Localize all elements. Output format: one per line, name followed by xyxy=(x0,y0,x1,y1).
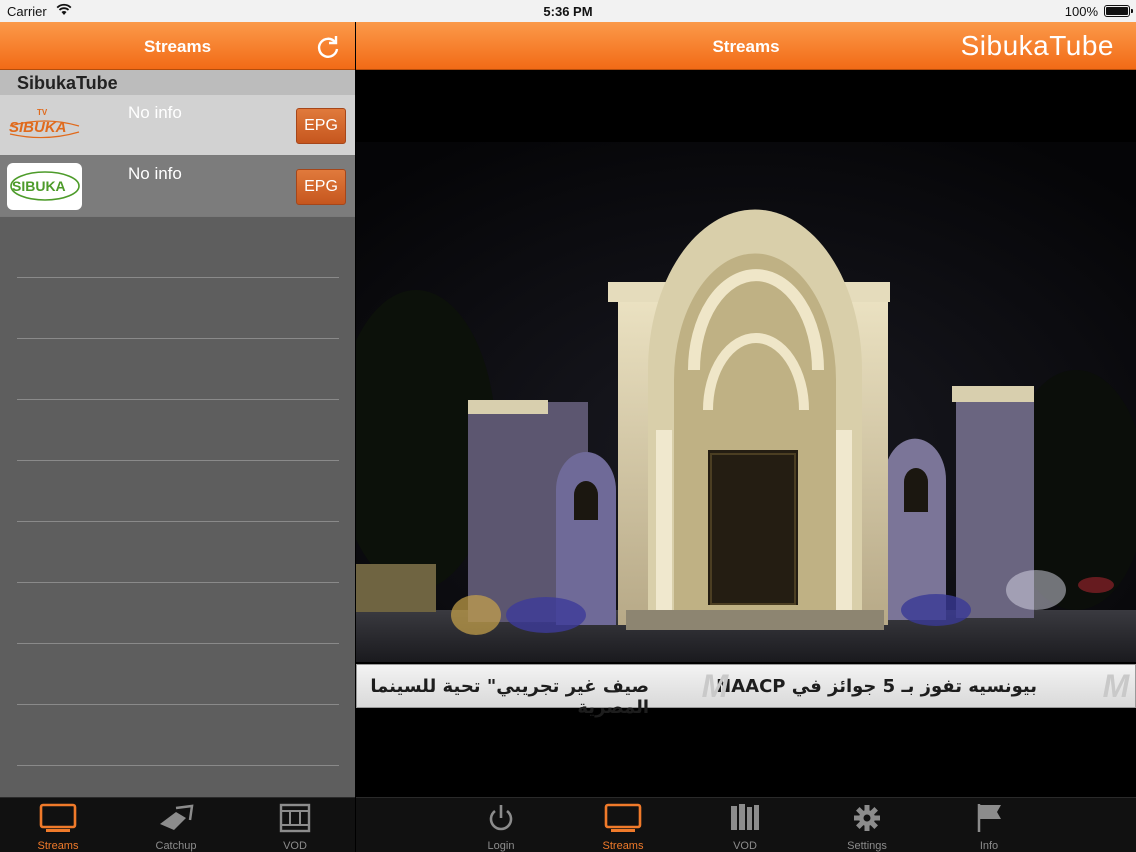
status-bar: Carrier 5:36 PM 100% xyxy=(0,0,1136,22)
epg-button[interactable]: EPG xyxy=(296,169,346,205)
stream-row[interactable]: TV SIBUKA No info EPG xyxy=(0,95,355,156)
battery-percent: 100% xyxy=(1064,4,1098,19)
empty-list-area xyxy=(17,217,339,766)
stream-info: No info xyxy=(128,103,182,122)
section-header: SibukaTube xyxy=(0,70,355,95)
ticker-headline: صيف غير تجريبي" تحية للسينما المصرية xyxy=(370,676,649,718)
channel-watermark-icon: M xyxy=(1102,668,1130,704)
svg-text:TV: TV xyxy=(37,108,48,117)
left-nav-title: Streams xyxy=(143,37,212,56)
stream-row[interactable]: SIBUKA No info EPG xyxy=(0,156,355,217)
tv-icon xyxy=(604,803,642,832)
flag-icon xyxy=(977,804,1001,832)
tab-streams[interactable]: Streams xyxy=(18,802,98,852)
tab-vod[interactable]: VOD xyxy=(705,802,785,852)
channel-logo: SIBUKA xyxy=(7,163,82,210)
catchup-icon xyxy=(160,804,194,830)
stream-info: No info xyxy=(128,164,182,183)
tab-vod[interactable]: VOD xyxy=(255,802,335,852)
channel-watermark-icon: M xyxy=(701,668,729,704)
tv-icon xyxy=(39,803,77,832)
streams-list-header: Streams xyxy=(0,22,355,70)
gear-icon xyxy=(854,805,880,831)
tab-info[interactable]: Info xyxy=(949,802,1029,852)
refresh-icon[interactable] xyxy=(315,34,341,60)
player-header: Streams SibukaTube xyxy=(356,22,1136,70)
ticker-headline: بيونسيه تفوز بـ 5 جوائز في NAACP xyxy=(716,676,1037,697)
main-tab-bar: Login Streams VOD Settings Info xyxy=(356,797,1136,852)
tab-login[interactable]: Login xyxy=(461,802,541,852)
svg-text:SIBUKA: SIBUKA xyxy=(12,178,66,194)
left-tab-bar: Streams Catchup VOD xyxy=(0,797,355,852)
tab-settings[interactable]: Settings xyxy=(827,802,907,852)
books-icon xyxy=(731,804,759,830)
film-icon xyxy=(279,803,311,833)
tab-catchup[interactable]: Catchup xyxy=(136,802,216,852)
epg-button[interactable]: EPG xyxy=(296,108,346,144)
news-ticker: M بيونسيه تفوز بـ 5 جوائز في NAACP M صيف… xyxy=(356,664,1136,718)
streams-list: SibukaTube TV SIBUKA No info EPG SIBUKA … xyxy=(0,70,355,798)
brand-logo: SibukaTube xyxy=(960,30,1114,61)
tab-streams[interactable]: Streams xyxy=(583,802,663,852)
channel-logo: TV SIBUKA xyxy=(7,102,82,149)
battery-icon xyxy=(1104,5,1133,17)
clock: 5:36 PM xyxy=(543,4,593,19)
power-icon xyxy=(489,805,513,831)
